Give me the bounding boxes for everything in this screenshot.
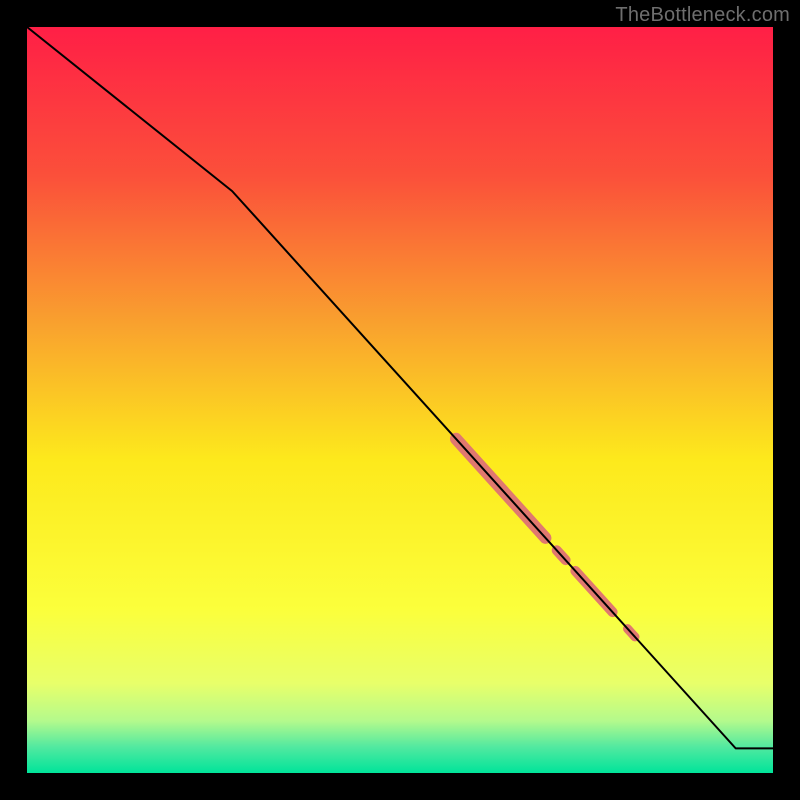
- plot-svg: [27, 27, 773, 773]
- attribution-label: TheBottleneck.com: [615, 4, 790, 27]
- gradient-background: [27, 27, 773, 773]
- plot-area: [27, 27, 773, 773]
- chart-frame: TheBottleneck.com: [0, 0, 800, 800]
